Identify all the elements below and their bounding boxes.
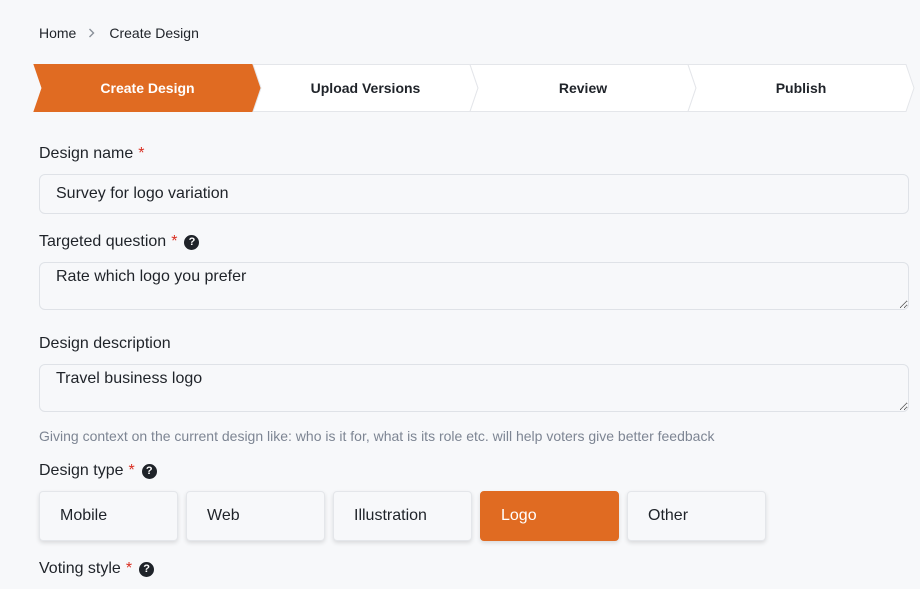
voting-style-label: Voting style * ? xyxy=(39,560,155,578)
voting-style-label-text: Voting style xyxy=(39,560,121,577)
breadcrumb: Home Create Design xyxy=(39,25,199,41)
breadcrumb-current: Create Design xyxy=(109,25,199,41)
chevron-right-icon xyxy=(88,28,95,38)
design-type-label: Design type * ? xyxy=(39,462,157,480)
design-name-label: Design name * xyxy=(39,145,145,163)
design-description-input[interactable]: Travel business logo xyxy=(39,364,909,412)
step-publish[interactable]: Publish xyxy=(696,64,906,112)
design-type-other[interactable]: Other xyxy=(627,491,766,541)
question-circle-icon[interactable]: ? xyxy=(141,463,157,479)
targeted-question-label-text: Targeted question xyxy=(39,233,167,250)
step-review[interactable]: Review xyxy=(478,64,688,112)
design-type-mobile[interactable]: Mobile xyxy=(39,491,178,541)
design-description-label: Design description xyxy=(39,335,171,353)
required-mark: * xyxy=(128,462,135,479)
breadcrumb-home-link[interactable]: Home xyxy=(39,25,76,41)
design-type-web[interactable]: Web xyxy=(186,491,325,541)
design-description-label-text: Design description xyxy=(39,335,171,352)
design-type-options: Mobile Web Illustration Logo Other xyxy=(39,491,766,541)
progress-stepper: Create Design Upload Versions Review Pub… xyxy=(33,64,915,112)
required-mark: * xyxy=(125,560,133,577)
design-type-label-text: Design type xyxy=(39,462,124,479)
step-create-design[interactable]: Create Design xyxy=(42,64,253,112)
design-name-input[interactable] xyxy=(39,174,909,214)
design-type-illustration[interactable]: Illustration xyxy=(333,491,472,541)
required-mark: * xyxy=(171,233,178,250)
targeted-question-input[interactable]: Rate which logo you prefer xyxy=(39,262,909,310)
design-name-label-text: Design name xyxy=(39,145,134,162)
targeted-question-label: Targeted question * ? xyxy=(39,233,200,251)
question-circle-icon[interactable]: ? xyxy=(139,561,155,577)
question-circle-icon[interactable]: ? xyxy=(184,234,200,250)
description-hint: Giving context on the current design lik… xyxy=(39,428,715,444)
step-upload-versions[interactable]: Upload Versions xyxy=(261,64,470,112)
required-mark: * xyxy=(138,145,145,162)
design-type-logo[interactable]: Logo xyxy=(480,491,619,541)
